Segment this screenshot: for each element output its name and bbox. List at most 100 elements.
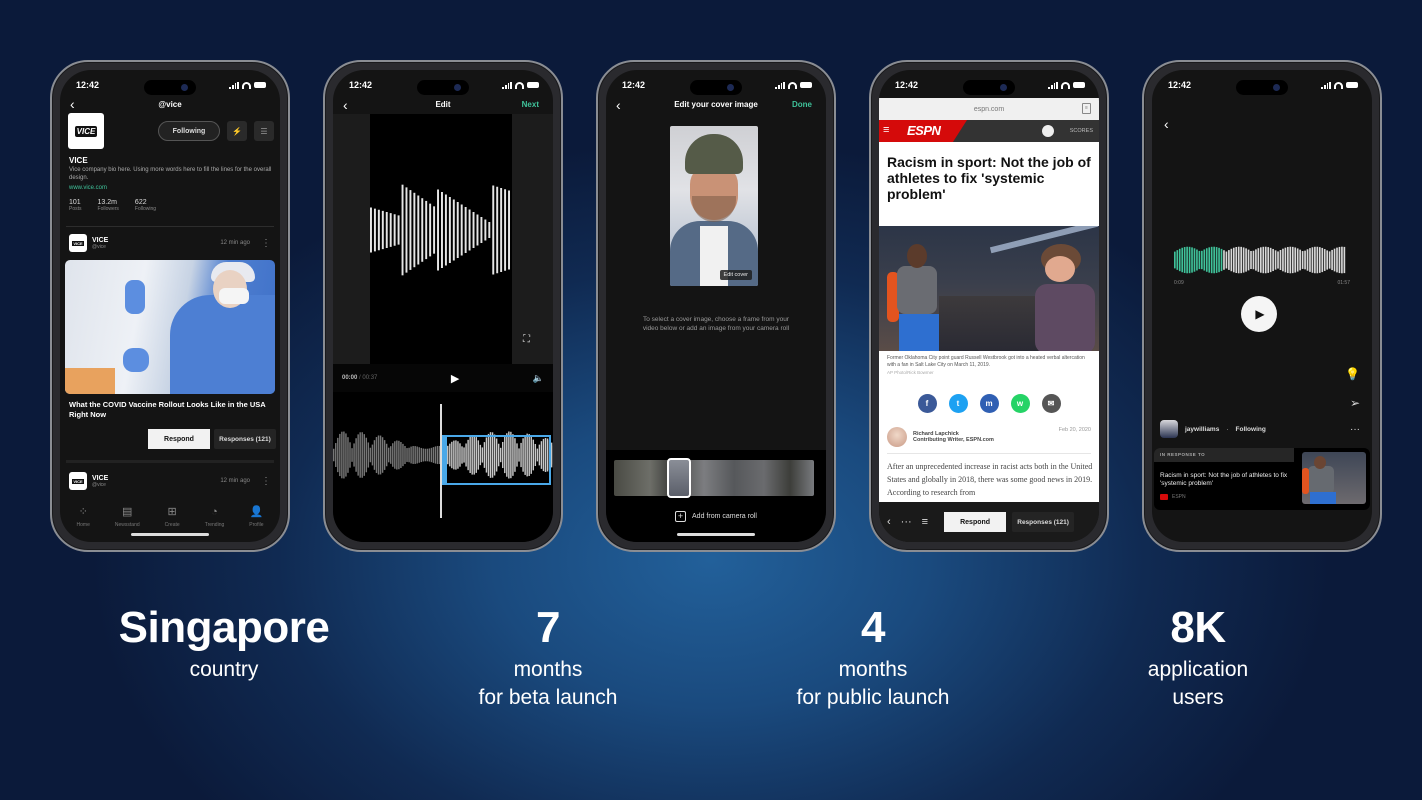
waveform-bar: [387, 447, 390, 463]
waveform-bar: [1333, 248, 1336, 272]
tab-newsstand[interactable]: ▤ Newsstand: [115, 506, 140, 528]
play-icon[interactable]: ▶: [451, 372, 459, 385]
waveform-bar: [343, 431, 345, 479]
waveform-bar: [500, 188, 503, 272]
tab-trending[interactable]: ◔ Trending: [205, 506, 225, 528]
play-button[interactable]: ▶: [1241, 296, 1277, 332]
audio-progress-waveform[interactable]: [1174, 246, 1346, 274]
edit-cover-button[interactable]: Edit cover: [719, 270, 752, 280]
selected-frame-handle[interactable]: [667, 458, 691, 498]
waveform-bar: [1235, 247, 1238, 273]
phone-player-screen: 12:42 ‹ 0:09 01:57 ▶ 💡 ➢ jaywilliams · F…: [1142, 60, 1382, 552]
messenger-share-icon[interactable]: m: [979, 394, 999, 413]
twitter-share-icon[interactable]: t: [948, 394, 968, 413]
more-icon[interactable]: ···: [901, 516, 912, 528]
waveform-bar: [1272, 248, 1274, 272]
scores-link[interactable]: SCORES: [1070, 128, 1093, 134]
username[interactable]: jaywilliams: [1185, 426, 1219, 433]
plus-icon: +: [675, 511, 687, 522]
list-icon[interactable]: ≡: [922, 516, 928, 528]
more-options-icon[interactable]: ⋮: [261, 476, 271, 487]
stat-country: Singapore country: [74, 600, 374, 684]
waveform-bar: [434, 446, 437, 464]
waveform-bar: [359, 432, 361, 478]
waveform-bar: [436, 445, 439, 465]
waveform-bar: [351, 448, 353, 462]
waveform-bar: [1240, 246, 1242, 274]
more-options-icon[interactable]: ⋮: [261, 238, 271, 249]
stat-label: users: [1172, 686, 1224, 709]
next-button[interactable]: Next: [522, 100, 539, 109]
respond-button[interactable]: Respond: [944, 512, 1007, 532]
waveform-bar: [414, 446, 416, 464]
tab-home[interactable]: ⁘ Home: [77, 506, 90, 528]
menu-icon[interactable]: ☰: [254, 121, 274, 141]
in-response-card[interactable]: IN RESPONSE TO Racism in sport: Not the …: [1154, 448, 1370, 510]
signal-icon: [502, 81, 512, 89]
volume-icon[interactable]: 🔈: [533, 373, 544, 384]
waveform-bar: [390, 446, 392, 464]
playhead[interactable]: [440, 404, 442, 518]
responses-button[interactable]: Responses (121): [1012, 512, 1075, 532]
waveform-bar: [416, 446, 418, 464]
post-time: 12 min ago: [220, 478, 250, 484]
reader-icon[interactable]: ≡: [1082, 103, 1091, 114]
video-side-left: [333, 114, 370, 364]
stat-following[interactable]: 622 Following: [135, 199, 156, 212]
whatsapp-share-icon[interactable]: w: [1010, 394, 1030, 413]
respond-button[interactable]: Respond: [148, 429, 210, 449]
waveform-bar: [339, 433, 341, 477]
trim-selection-handle[interactable]: [441, 435, 551, 485]
responses-button[interactable]: Responses (121): [214, 429, 276, 449]
waveform-bar: [1252, 250, 1255, 270]
profile-bio: Vice company bio here. Using more words …: [69, 167, 272, 181]
waveform-bar: [405, 187, 408, 273]
post-headline[interactable]: What the COVID Vaccine Rollout Looks Lik…: [69, 400, 269, 419]
account-icon[interactable]: [1042, 125, 1054, 137]
stat-posts[interactable]: 101 Posts: [69, 199, 82, 212]
expand-icon[interactable]: ⛶: [523, 334, 530, 345]
post-image[interactable]: [65, 260, 275, 394]
waveform-bar: [480, 217, 483, 243]
waveform-bar: [425, 200, 428, 260]
address-bar[interactable]: espn.com: [879, 98, 1099, 120]
frame-strip[interactable]: [614, 460, 814, 496]
waveform-bar: [408, 447, 410, 463]
waveform-bar: [1220, 248, 1223, 272]
add-from-camera-roll-button[interactable]: + Add from camera roll: [606, 511, 826, 522]
back-icon[interactable]: ‹: [887, 516, 891, 528]
waveform-bar: [1260, 247, 1262, 273]
tab-create[interactable]: ⊞ Create: [165, 506, 180, 528]
done-button[interactable]: Done: [792, 100, 812, 109]
timecode: 00:00 / 00:37: [342, 375, 378, 381]
email-share-icon[interactable]: ✉: [1041, 394, 1061, 413]
post-header: VICE VICE @vice 12 min ago ⋮: [69, 472, 271, 490]
elapsed-time: 0:09: [1174, 280, 1184, 286]
follow-status[interactable]: Following: [1236, 426, 1266, 433]
divider: [66, 226, 274, 227]
tab-profile[interactable]: 👤 Profile: [249, 506, 263, 528]
wifi-icon: [1334, 81, 1343, 89]
waveform-bar: [1294, 247, 1297, 273]
waveform-bar: [444, 194, 447, 266]
more-icon[interactable]: ···: [1350, 424, 1360, 435]
facebook-share-icon[interactable]: f: [917, 394, 937, 413]
user-avatar[interactable]: [1160, 420, 1178, 438]
cover-image[interactable]: Edit cover: [670, 126, 758, 286]
profile-link[interactable]: www.vice.com: [69, 185, 107, 191]
stat-label: application: [1147, 658, 1249, 681]
lightbulb-icon[interactable]: 💡: [1345, 367, 1360, 381]
waveform-bar: [492, 185, 495, 275]
bolt-icon[interactable]: ⚡: [227, 121, 247, 141]
stat-followers[interactable]: 13.2m Followers: [98, 199, 119, 212]
waveform-bar: [397, 215, 400, 245]
back-button[interactable]: ‹: [1164, 116, 1169, 132]
playback-controls: 00:00 / 00:37 ▶ 🔈: [333, 364, 553, 392]
play-icon: ▶: [1255, 307, 1265, 321]
send-icon[interactable]: ➢: [1350, 396, 1360, 410]
espn-logo[interactable]: ESPN: [907, 123, 941, 138]
article-photo[interactable]: [879, 226, 1099, 351]
following-button[interactable]: Following: [158, 121, 220, 141]
hamburger-icon[interactable]: ≡: [883, 124, 889, 136]
waveform-bar: [422, 448, 425, 462]
